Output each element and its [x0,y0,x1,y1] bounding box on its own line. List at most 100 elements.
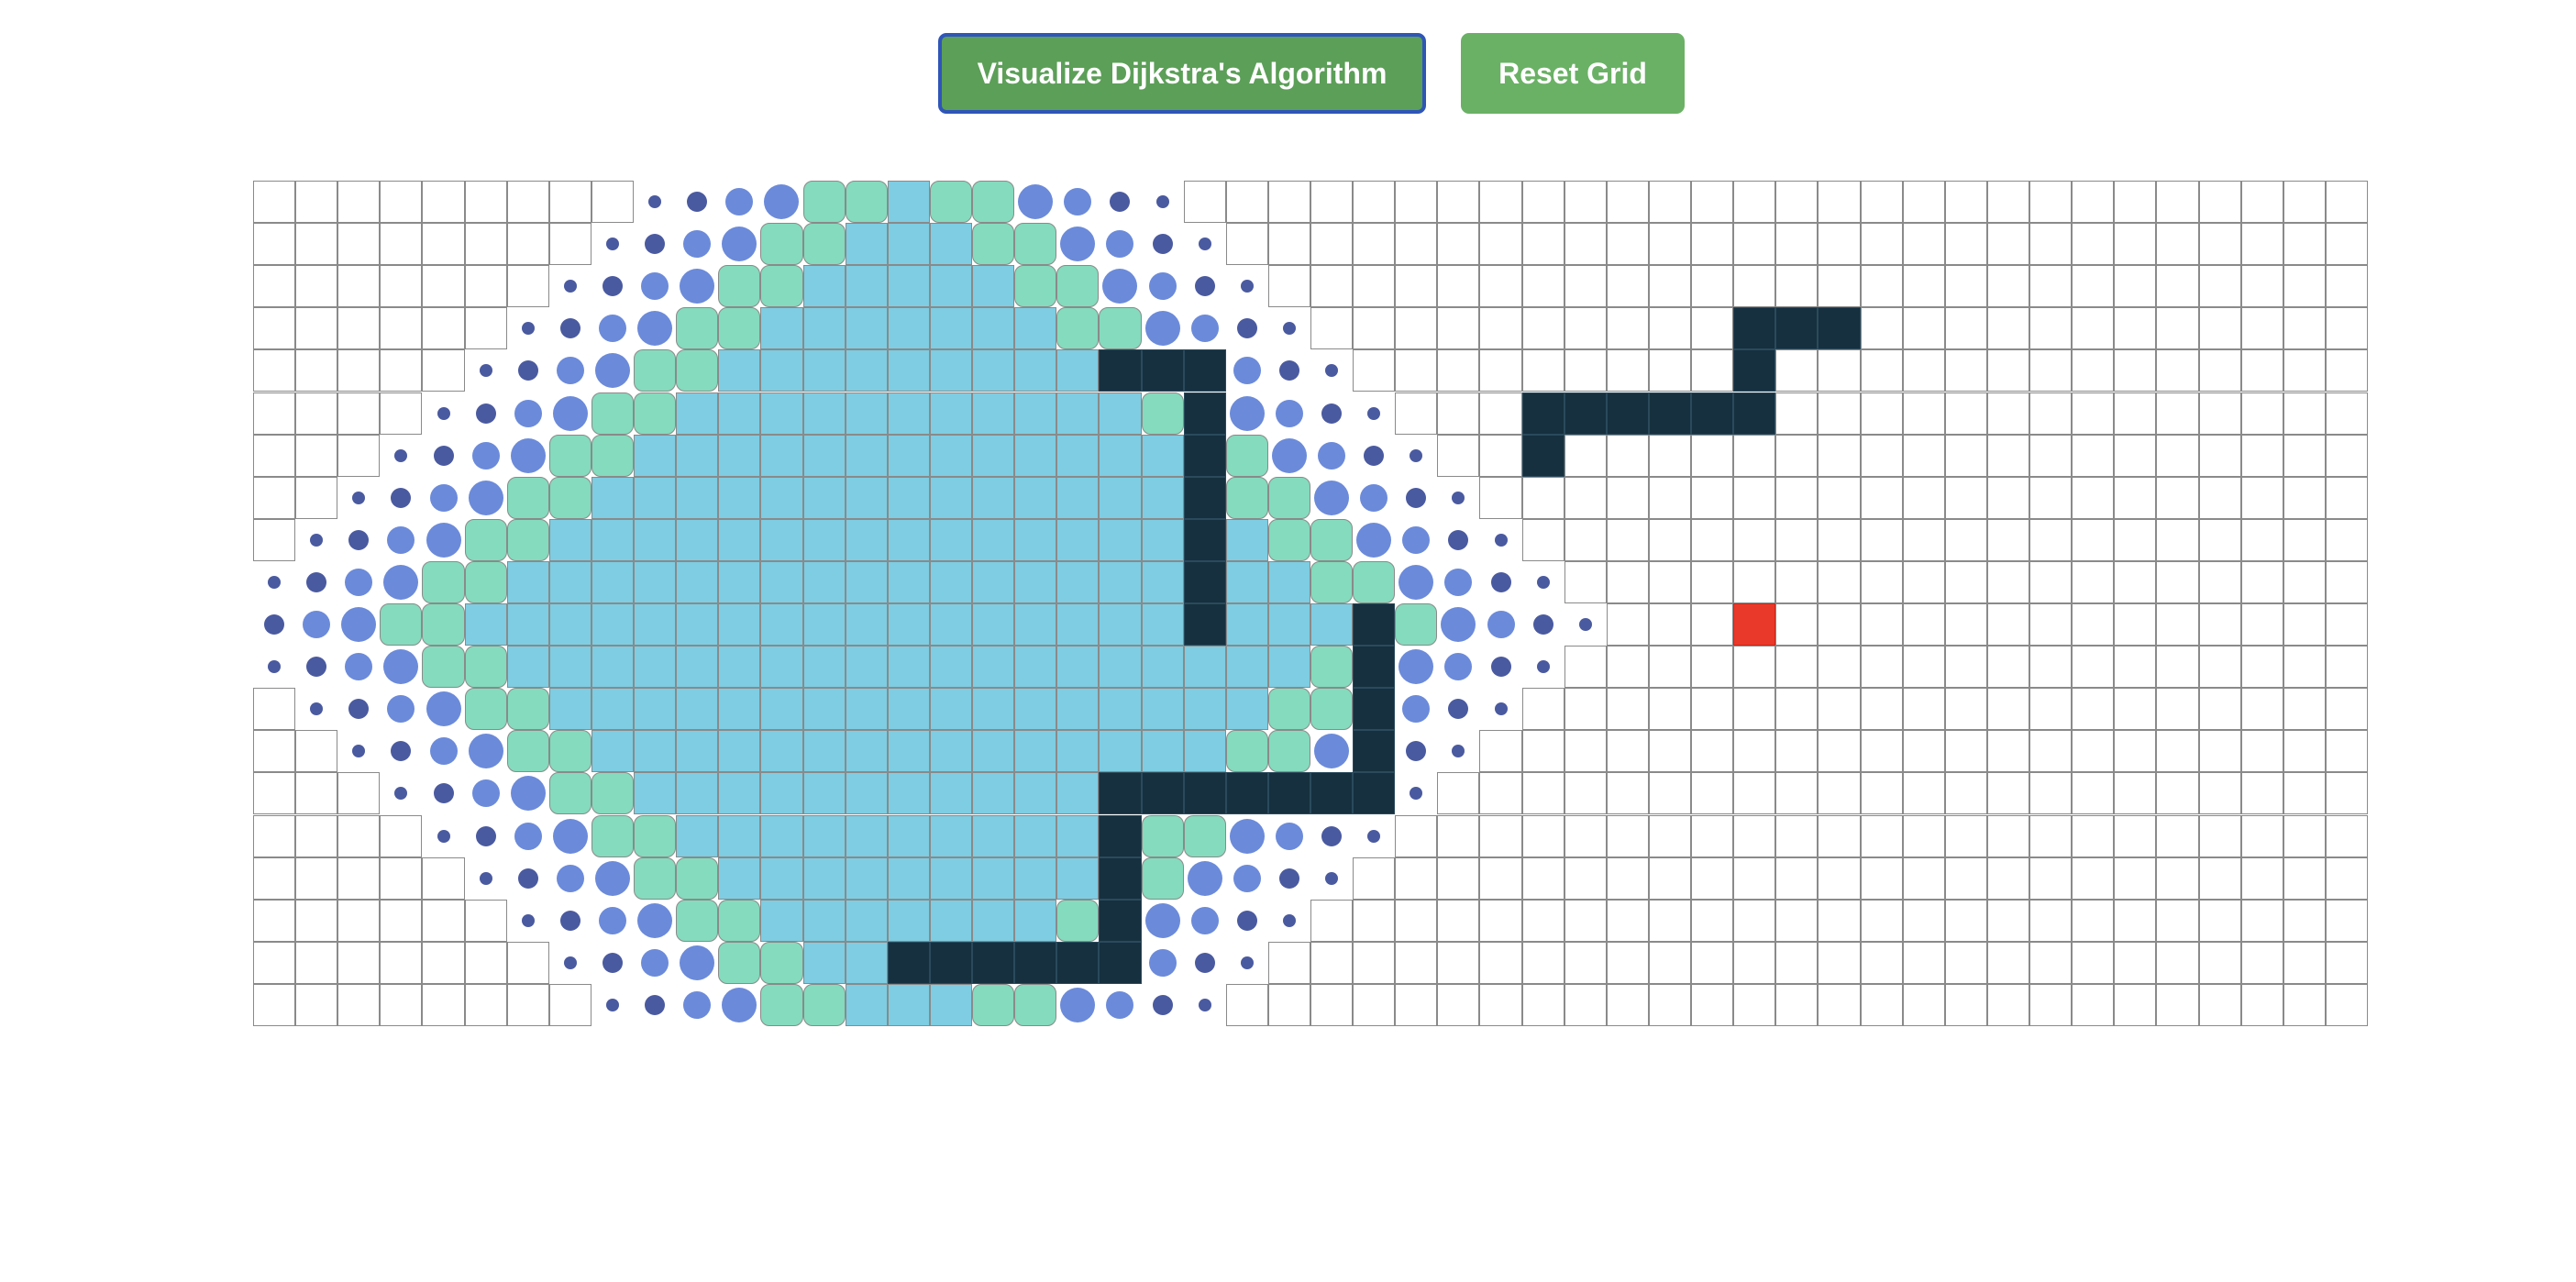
frontier-cell[interactable] [1268,392,1310,435]
grid-cell[interactable] [2156,646,2199,689]
visited-cell[interactable] [845,392,888,435]
frontier-cell[interactable] [1268,307,1310,349]
visited-cell[interactable] [887,518,930,561]
visited-cell[interactable] [1056,518,1100,561]
visited-cell[interactable] [464,518,507,561]
grid-cell[interactable] [2325,392,2368,435]
grid-cell[interactable] [2240,265,2283,308]
grid-cell[interactable] [2156,814,2199,857]
visited-cell[interactable] [887,560,930,603]
grid-cell[interactable] [1564,857,1607,900]
visited-cell[interactable] [718,772,761,815]
visited-cell[interactable] [676,434,719,477]
wall-cell[interactable] [1310,772,1354,815]
frontier-cell[interactable] [1353,519,1395,561]
grid-cell[interactable] [2325,476,2368,519]
visited-cell[interactable] [1267,518,1310,561]
grid-cell[interactable] [2198,181,2241,224]
grid-cell[interactable] [1986,730,2030,773]
grid-cell[interactable] [1944,307,1987,350]
grid-cell[interactable] [1225,181,1268,224]
grid-cell[interactable] [1733,772,1776,815]
frontier-cell[interactable] [1310,815,1353,857]
visited-cell[interactable] [676,392,719,435]
grid-cell[interactable] [1564,941,1607,984]
grid-cell[interactable] [1902,857,1945,900]
grid-cell[interactable] [253,772,296,815]
grid-cell[interactable] [1310,265,1354,308]
visited-cell[interactable] [591,814,635,857]
grid-cell[interactable] [1944,772,1987,815]
visited-cell[interactable] [972,265,1015,308]
visited-cell[interactable] [1014,730,1057,773]
grid-cell[interactable] [1775,983,1819,1026]
wall-cell[interactable] [1099,349,1142,392]
frontier-cell[interactable] [337,730,380,772]
frontier-cell[interactable] [1437,519,1479,561]
visited-cell[interactable] [718,434,761,477]
grid-cell[interactable] [1733,518,1776,561]
grid-cell[interactable] [1986,223,2030,266]
grid-cell[interactable] [2029,434,2073,477]
grid-cell[interactable] [1902,899,1945,942]
grid-cell[interactable] [1860,434,1903,477]
visited-cell[interactable] [802,941,846,984]
visited-cell[interactable] [760,434,803,477]
grid-cell[interactable] [2283,307,2326,350]
visited-cell[interactable] [972,814,1015,857]
grid-cell[interactable] [2156,983,2199,1026]
grid-cell[interactable] [1353,941,1396,984]
grid-cell[interactable] [1648,941,1692,984]
grid-cell[interactable] [2198,434,2241,477]
frontier-cell[interactable] [1310,857,1353,900]
visited-cell[interactable] [718,392,761,435]
grid-cell[interactable] [2156,518,2199,561]
grid-cell[interactable] [1818,434,1861,477]
grid-cell[interactable] [380,349,423,392]
grid-cell[interactable] [506,265,549,308]
visited-cell[interactable] [1141,434,1184,477]
frontier-cell[interactable] [1437,730,1479,772]
grid-cell[interactable] [422,941,465,984]
wall-cell[interactable] [1099,941,1142,984]
frontier-cell[interactable] [1014,181,1056,223]
grid-cell[interactable] [2072,603,2115,647]
grid-cell[interactable] [2198,814,2241,857]
grid-cell[interactable] [337,814,381,857]
visited-cell[interactable] [1141,560,1184,603]
visited-cell[interactable] [929,603,973,647]
grid-cell[interactable] [253,688,296,731]
grid-cell[interactable] [2072,265,2115,308]
grid-cell[interactable] [1733,265,1776,308]
grid-cell[interactable] [2156,560,2199,603]
grid-cell[interactable] [295,265,338,308]
grid-cell[interactable] [1733,688,1776,731]
visited-cell[interactable] [634,349,677,392]
pathfinding-grid[interactable] [253,181,2368,1026]
grid-cell[interactable] [2198,941,2241,984]
visited-cell[interactable] [506,476,549,519]
visited-cell[interactable] [548,688,591,731]
frontier-cell[interactable] [507,815,549,857]
frontier-cell[interactable] [591,349,634,392]
visited-cell[interactable] [887,223,930,266]
grid-cell[interactable] [1521,730,1564,773]
grid-cell[interactable] [337,899,381,942]
visited-cell[interactable] [1014,688,1057,731]
frontier-cell[interactable] [1184,942,1226,984]
grid-cell[interactable] [464,899,507,942]
grid-cell[interactable] [2114,772,2157,815]
grid-cell[interactable] [2072,646,2115,689]
grid-cell[interactable] [2198,349,2241,392]
grid-cell[interactable] [1606,814,1649,857]
grid-cell[interactable] [2283,646,2326,689]
frontier-cell[interactable] [1353,477,1395,519]
visited-cell[interactable] [1014,983,1057,1026]
frontier-cell[interactable] [1437,688,1479,730]
grid-cell[interactable] [2240,434,2283,477]
frontier-cell[interactable] [507,307,549,349]
frontier-cell[interactable] [1395,646,1437,688]
grid-cell[interactable] [1902,434,1945,477]
visited-cell[interactable] [718,265,761,308]
grid-cell[interactable] [1860,646,1903,689]
